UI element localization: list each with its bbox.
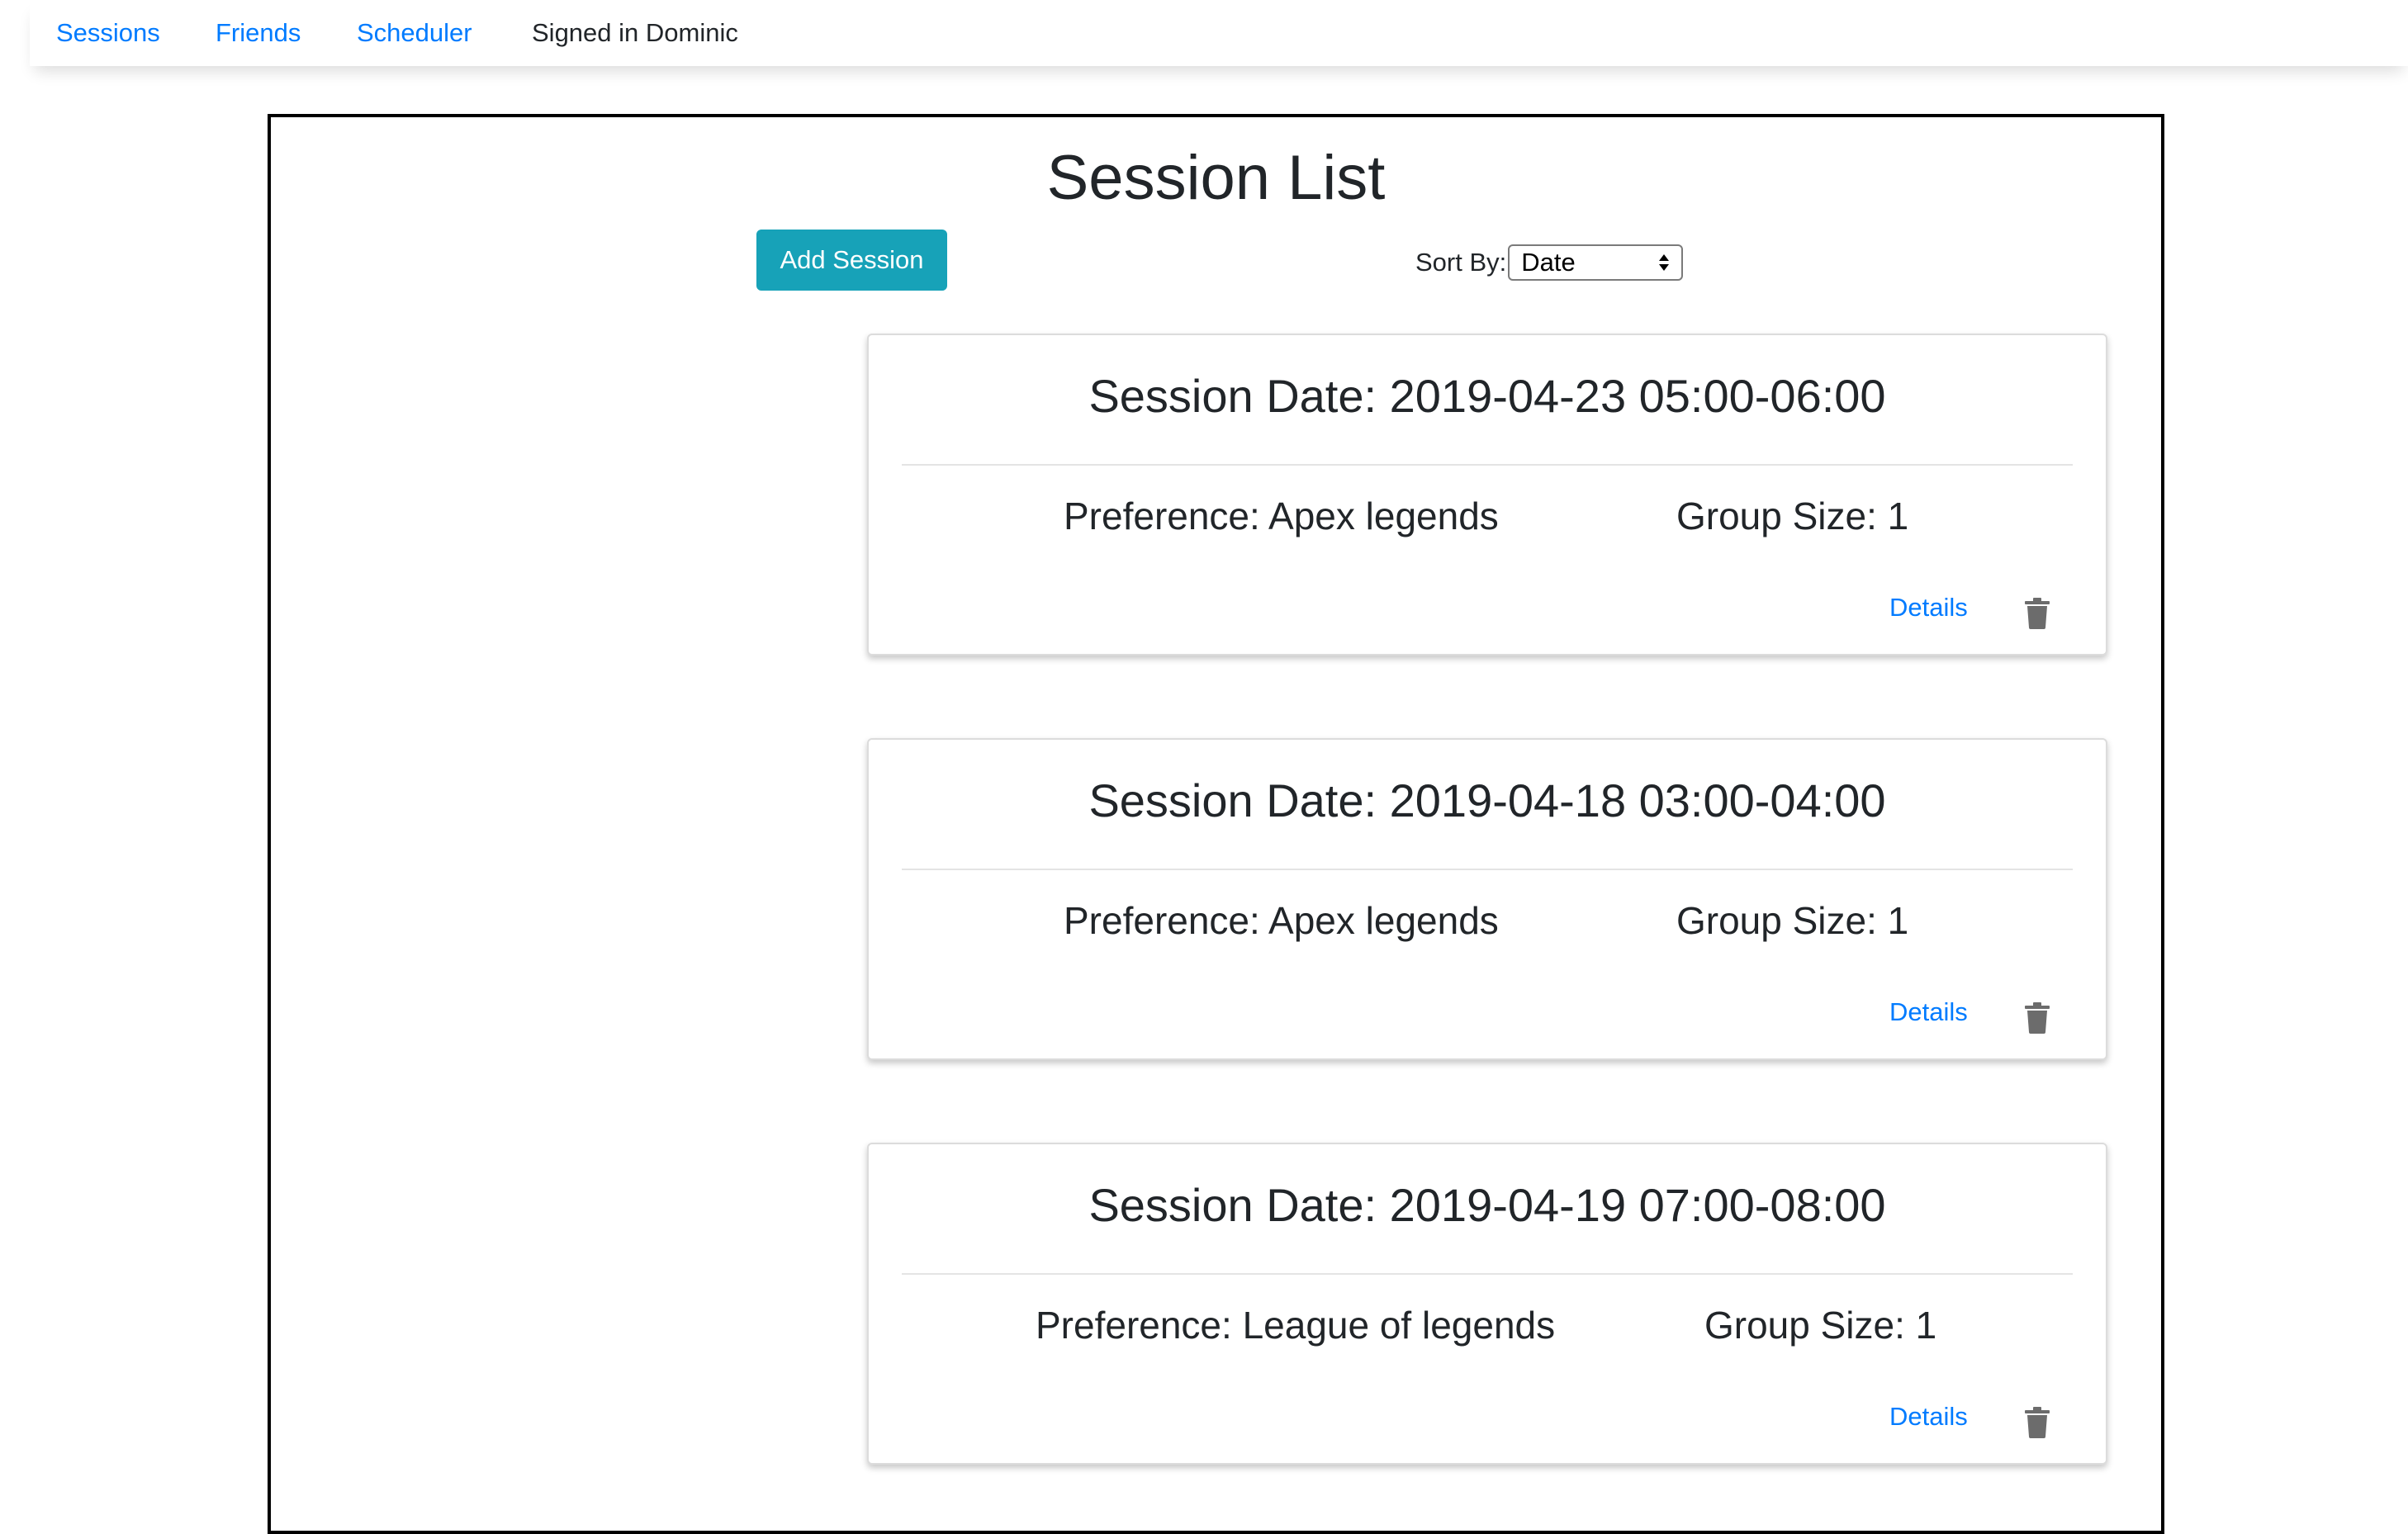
session-list-container: Session List Add Session Sort By: Date S…	[268, 114, 2164, 1534]
card-divider	[902, 1273, 2073, 1275]
details-link[interactable]: Details	[1889, 1402, 1968, 1432]
sort-selected-value: Date	[1521, 248, 1576, 277]
top-navbar: Sessions Friends Scheduler Signed in Dom…	[30, 0, 2408, 66]
details-link[interactable]: Details	[1889, 593, 1968, 623]
session-date: Session Date: 2019-04-19 07:00-08:00	[1088, 1179, 1886, 1231]
sort-select[interactable]: Date	[1508, 244, 1684, 281]
session-card: Session Date: 2019-04-23 05:00-06:00 Pre…	[867, 334, 2107, 656]
details-link[interactable]: Details	[1889, 997, 1968, 1027]
session-date: Session Date: 2019-04-18 03:00-04:00	[1088, 774, 1886, 826]
card-divider	[902, 869, 2073, 870]
session-group-size: Group Size: 1	[1676, 495, 1909, 537]
add-session-button[interactable]: Add Session	[756, 230, 947, 291]
session-preference: Preference: League of legends	[1036, 1304, 1556, 1347]
sort-control: Sort By: Date	[1415, 244, 1684, 281]
nav-link-friends[interactable]: Friends	[216, 18, 301, 48]
chevron-updown-icon	[1658, 253, 1670, 272]
session-group-size: Group Size: 1	[1704, 1304, 1937, 1347]
page-title: Session List	[1046, 143, 1386, 213]
nav-link-sessions[interactable]: Sessions	[56, 18, 160, 48]
session-card: Session Date: 2019-04-19 07:00-08:00 Pre…	[867, 1143, 2107, 1465]
session-group-size: Group Size: 1	[1676, 899, 1909, 942]
signed-in-user: Signed in Dominic	[532, 18, 738, 47]
session-date: Session Date: 2019-04-23 05:00-06:00	[1088, 370, 1886, 422]
card-divider	[902, 464, 2073, 466]
trash-icon[interactable]	[2023, 598, 2051, 629]
session-card: Session Date: 2019-04-18 03:00-04:00 Pre…	[867, 738, 2107, 1060]
session-preference: Preference: Apex legends	[1064, 899, 1499, 942]
trash-icon[interactable]	[2023, 1002, 2051, 1034]
sort-label: Sort By:	[1415, 248, 1507, 277]
session-preference: Preference: Apex legends	[1064, 495, 1499, 537]
nav-link-scheduler[interactable]: Scheduler	[357, 18, 472, 48]
trash-icon[interactable]	[2023, 1407, 2051, 1438]
